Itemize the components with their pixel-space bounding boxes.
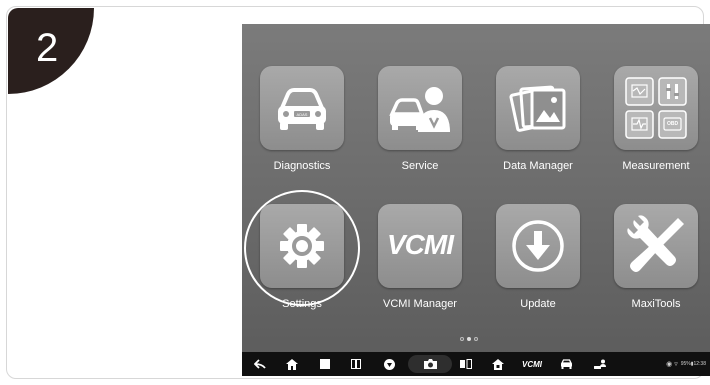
download-arrow-icon <box>512 220 564 272</box>
page-dot-active[interactable] <box>467 337 471 341</box>
update-tile[interactable] <box>496 204 580 288</box>
app-label: Data Manager <box>503 160 573 172</box>
status-bar: ◉ ▿ 95%▮12:38 <box>666 352 706 376</box>
browser-icon[interactable] <box>379 352 399 376</box>
app-label: MaxiTools <box>631 298 681 310</box>
bottom-navbar: VCMI ◉ ▿ 95%▮12:38 <box>242 352 710 376</box>
photo-stack-icon <box>509 85 566 132</box>
measurement-tile[interactable]: OBD <box>614 66 698 150</box>
vcmi-icon[interactable]: VCMI <box>518 352 546 376</box>
adas-badge-text: ADAS <box>296 112 308 117</box>
maxitools-tile[interactable] <box>614 204 698 288</box>
app-diagnostics[interactable]: ADAS Diagnostics <box>252 66 352 172</box>
page-indicator <box>460 337 478 341</box>
screen-mirror-icon[interactable] <box>456 352 476 376</box>
app-data-manager[interactable]: Data Manager <box>488 66 588 172</box>
app-update[interactable]: Update <box>488 204 588 310</box>
home-variant-icon[interactable] <box>488 352 508 376</box>
wrench-screwdriver-icon <box>627 215 684 272</box>
back-icon[interactable] <box>250 352 270 376</box>
app-label: VCMI Manager <box>383 298 457 310</box>
app-label: Update <box>520 298 556 310</box>
measurement-grid-icon <box>625 77 687 139</box>
camera-icon[interactable] <box>410 352 450 376</box>
app-label: Service <box>401 160 439 172</box>
page-dot[interactable] <box>474 337 478 341</box>
car-icon[interactable] <box>556 352 576 376</box>
status-text: 95%▮12:38 <box>680 361 706 367</box>
page-dot[interactable] <box>460 337 464 341</box>
data-manager-tile[interactable] <box>496 66 580 150</box>
app-maxitools[interactable]: MaxiTools <box>606 204 706 310</box>
step-number: 2 <box>36 26 59 70</box>
wifi-icon: ◉ ▿ <box>666 361 678 368</box>
settings-highlight-circle <box>244 190 360 306</box>
split-screen-icon[interactable] <box>346 352 366 376</box>
vcmi-manager-tile[interactable]: VCMI <box>378 204 462 288</box>
user-car-icon[interactable] <box>590 352 610 376</box>
app-service[interactable]: Service <box>370 66 470 172</box>
app-measurement[interactable]: OBD Measurement <box>606 66 706 172</box>
diagnostics-tile[interactable]: ADAS <box>260 66 344 150</box>
vcmi-logo-icon: VCMI <box>387 229 454 260</box>
home-icon[interactable] <box>282 352 302 376</box>
app-vcmi-manager[interactable]: VCMI VCMI Manager <box>370 204 470 310</box>
vcmi-nav-label: VCMI <box>522 359 542 369</box>
app-label: Measurement <box>622 160 690 172</box>
recent-apps-icon[interactable] <box>315 352 335 376</box>
app-label: Diagnostics <box>273 160 331 172</box>
service-tile[interactable] <box>378 66 462 150</box>
car-mechanic-icon <box>389 87 450 132</box>
car-front-icon <box>278 88 326 130</box>
obd-label: OBD <box>666 121 679 127</box>
